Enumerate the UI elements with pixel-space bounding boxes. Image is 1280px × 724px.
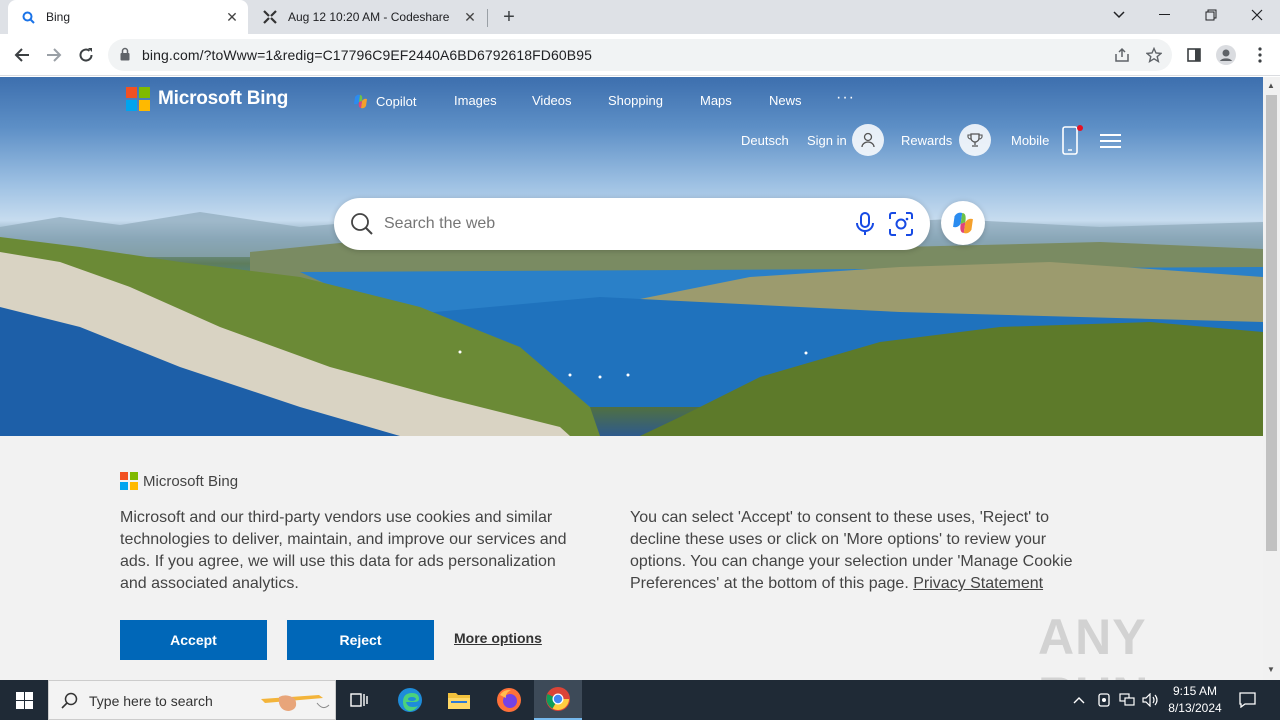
microphone-icon[interactable] <box>854 212 876 241</box>
pencil-hand-illustration-icon <box>261 695 330 711</box>
tab-codeshare[interactable]: Aug 12 10:20 AM - Codeshare ✕ <box>250 0 486 34</box>
edge-icon[interactable] <box>386 680 434 720</box>
forward-button[interactable] <box>40 41 68 69</box>
mobile-phone-icon[interactable] <box>1061 125 1083 162</box>
nav-more[interactable]: ··· <box>836 89 855 107</box>
tab-bing[interactable]: Bing ✕ <box>8 0 248 34</box>
side-panel-icon[interactable] <box>1180 41 1208 69</box>
nav-images[interactable]: Images <box>454 93 497 108</box>
share-icon[interactable] <box>1112 45 1132 65</box>
taskbar-search-box[interactable]: Type here to search <box>48 680 336 720</box>
firefox-icon[interactable] <box>485 680 533 720</box>
language-link[interactable]: Deutsch <box>741 133 789 148</box>
chrome-icon[interactable] <box>534 680 582 720</box>
bing-logo[interactable]: Microsoft Bing <box>126 87 288 111</box>
nav-copilot[interactable]: Copilot <box>352 93 416 110</box>
profile-avatar[interactable] <box>1212 41 1240 69</box>
tab-separator <box>487 9 488 27</box>
task-view-icon[interactable] <box>336 680 384 720</box>
windows-logo-icon <box>15 691 33 709</box>
copilot-icon <box>953 212 973 234</box>
copilot-icon <box>354 94 367 109</box>
cookie-text-right: You can select 'Accept' to consent to th… <box>630 507 1075 595</box>
restore-button[interactable] <box>1188 0 1234 30</box>
page-scrollbar[interactable]: ▲ ▼ <box>1263 77 1280 680</box>
reject-button[interactable]: Reject <box>287 620 434 660</box>
logo-text: Microsoft Bing <box>143 472 239 490</box>
device-icon[interactable] <box>1093 680 1115 720</box>
nav-news[interactable]: News <box>769 93 802 108</box>
search-icon <box>350 212 374 241</box>
rewards-link[interactable]: Rewards <box>901 133 952 148</box>
windows-taskbar: Type here to search 9:15 AM 8/13/2024 <box>0 680 1280 720</box>
close-tab-icon[interactable]: ✕ <box>460 7 480 27</box>
sign-in-link[interactable]: Sign in <box>807 133 847 148</box>
hamburger-menu-icon[interactable] <box>1100 133 1121 154</box>
volume-icon[interactable] <box>1139 680 1161 720</box>
mobile-link[interactable]: Mobile <box>1011 133 1049 148</box>
tab-title: Aug 12 10:20 AM - Codeshare <box>288 10 450 24</box>
cookie-text-left: Microsoft and our third-party vendors us… <box>120 509 567 592</box>
tab-search-icon[interactable] <box>1096 0 1142 30</box>
tab-title: Bing <box>46 10 71 24</box>
bing-hero: Microsoft Bing Copilot Images Videos Sho… <box>0 77 1263 436</box>
microsoft-logo-icon <box>120 472 138 490</box>
taskbar-search-placeholder: Type here to search <box>89 693 213 709</box>
visual-search-icon[interactable] <box>888 211 914 242</box>
taskbar-clock[interactable]: 9:15 AM 8/13/2024 <box>1160 683 1230 717</box>
clock-time: 9:15 AM <box>1172 684 1218 698</box>
accept-button[interactable]: Accept <box>120 620 267 660</box>
microsoft-logo-icon <box>126 87 150 111</box>
privacy-statement-link[interactable]: Privacy Statement <box>913 575 1043 592</box>
notifications-icon[interactable] <box>1234 680 1260 720</box>
nav-videos[interactable]: Videos <box>532 93 572 108</box>
minimize-button[interactable] <box>1142 0 1188 30</box>
network-icon[interactable] <box>1116 680 1138 720</box>
search-box <box>334 198 930 250</box>
search-icon <box>61 692 78 709</box>
scroll-up-arrow-icon[interactable]: ▲ <box>1267 81 1275 90</box>
url-text[interactable]: bing.com/?toWww=1&redig=C17796C9EF2440A6… <box>142 47 592 63</box>
show-hidden-icons-chevron-icon[interactable] <box>1068 680 1090 720</box>
user-icon[interactable] <box>852 124 884 156</box>
file-explorer-icon[interactable] <box>435 680 483 720</box>
codeshare-icon <box>262 9 278 25</box>
scrollbar-thumb[interactable] <box>1266 95 1277 551</box>
close-window-button[interactable] <box>1234 0 1280 30</box>
address-bar[interactable]: bing.com/?toWww=1&redig=C17796C9EF2440A6… <box>108 39 1172 71</box>
nav-shopping[interactable]: Shopping <box>608 93 663 108</box>
start-button[interactable] <box>0 680 48 720</box>
search-icon <box>20 9 36 25</box>
trophy-icon[interactable] <box>959 124 991 156</box>
menu-kebab-icon[interactable] <box>1246 41 1274 69</box>
tab-strip: Bing ✕ Aug 12 10:20 AM - Codeshare ✕ + <box>0 0 1280 34</box>
back-button[interactable] <box>8 41 36 69</box>
cookie-consent-banner: Microsoft Bing Microsoft and our third-p… <box>0 436 1263 723</box>
reload-button[interactable] <box>72 41 100 69</box>
more-options-link[interactable]: More options <box>454 630 542 646</box>
browser-toolbar: bing.com/?toWww=1&redig=C17796C9EF2440A6… <box>0 34 1280 76</box>
search-input[interactable] <box>382 210 832 238</box>
nav-maps[interactable]: Maps <box>700 93 732 108</box>
new-tab-button[interactable]: + <box>497 5 521 29</box>
bookmark-star-icon[interactable] <box>1144 45 1164 65</box>
scroll-down-arrow-icon[interactable]: ▼ <box>1267 665 1275 674</box>
cookie-bing-logo: Microsoft Bing <box>120 472 238 490</box>
logo-text: Microsoft Bing <box>158 88 289 109</box>
close-tab-icon[interactable]: ✕ <box>222 7 242 27</box>
nav-label: Copilot <box>376 94 417 109</box>
clock-date: 8/13/2024 <box>1168 701 1222 715</box>
lock-icon[interactable] <box>120 47 130 66</box>
copilot-button[interactable] <box>941 201 985 245</box>
